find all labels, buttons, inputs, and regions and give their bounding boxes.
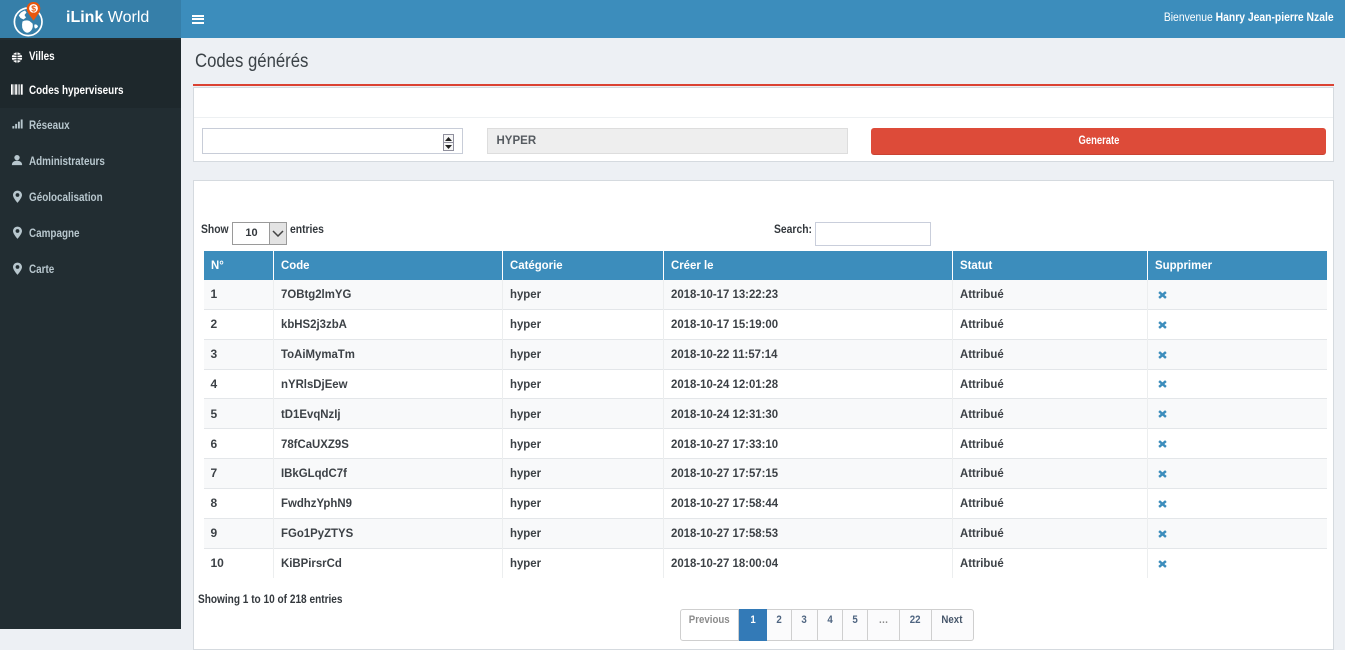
svg-text:$: $ [31,4,36,14]
